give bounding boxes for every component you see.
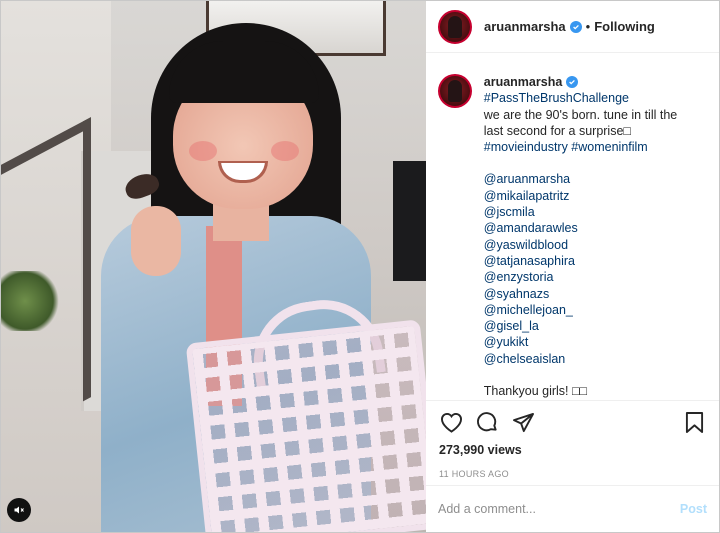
separator-dot: •	[585, 19, 591, 34]
mention-link[interactable]: @jscmila	[484, 204, 707, 220]
caption-line: we are the 90's born. tune in till the	[483, 107, 678, 122]
hashtag-link[interactable]: #movieindustry #womeninfilm	[484, 139, 707, 155]
child-cheek-left	[189, 141, 217, 161]
post-video[interactable]	[1, 1, 426, 532]
verified-badge-icon	[569, 20, 582, 33]
child-hand	[131, 206, 181, 276]
verified-badge-icon	[566, 76, 579, 89]
caption-line: last second for a surprise□	[483, 123, 631, 138]
caption-row: aruanmarsha #PassTheBrushChallenge we ar…	[438, 74, 707, 399]
share-icon[interactable]	[510, 409, 536, 435]
mention-link[interactable]: @syahnazs	[484, 286, 707, 302]
mention-link[interactable]: @mikailapatritz	[484, 188, 707, 204]
following-button[interactable]: Following	[594, 19, 655, 34]
caption-closing: Thankyou girls! □□	[483, 384, 588, 399]
mention-link[interactable]: @michellejoan_	[484, 302, 707, 318]
post-timestamp[interactable]: 11 HOURS AGO	[426, 469, 719, 483]
hashtag-link[interactable]: #PassTheBrushChallenge	[484, 90, 707, 106]
username-link[interactable]: aruanmarsha	[484, 19, 566, 34]
mention-link[interactable]: @aruanmarsha	[484, 171, 707, 187]
comment-form: Post	[426, 485, 719, 532]
mention-link[interactable]: @tatjanasaphira	[484, 253, 707, 269]
caption-scroll-area[interactable]: aruanmarsha #PassTheBrushChallenge we ar…	[426, 54, 719, 400]
mute-icon[interactable]	[7, 498, 31, 522]
action-icon-row	[426, 401, 719, 443]
mention-link[interactable]: @chelseaislan	[484, 351, 707, 367]
mention-link[interactable]: @gisel_la	[484, 318, 707, 334]
heart-icon[interactable]	[438, 409, 464, 435]
background-dark-frame	[393, 161, 426, 281]
post-side-panel: aruanmarsha • Following aruanmarsha #Pas…	[426, 1, 719, 532]
post-comment-button[interactable]: Post	[680, 502, 707, 516]
background-plant	[1, 271, 61, 331]
mention-link[interactable]: @enzystoria	[484, 269, 707, 285]
child-bangs	[169, 41, 319, 103]
avatar[interactable]	[438, 9, 472, 44]
caption-username[interactable]: aruanmarsha	[484, 74, 579, 90]
bookmark-icon[interactable]	[681, 409, 707, 435]
mention-link[interactable]: @amandarawles	[484, 220, 707, 236]
view-count[interactable]: 273,990 views	[426, 443, 719, 463]
caption-text: aruanmarsha #PassTheBrushChallenge we ar…	[484, 74, 707, 399]
child-cheek-right	[271, 141, 299, 161]
post-header: aruanmarsha • Following	[426, 1, 719, 53]
comment-input[interactable]	[438, 502, 680, 516]
post-actions: 273,990 views 11 HOURS AGO	[426, 400, 719, 483]
caption-avatar[interactable]	[438, 74, 472, 108]
pink-basket	[185, 319, 426, 532]
mention-link[interactable]: @yaswildblood	[484, 237, 707, 253]
mention-link[interactable]: @yukikt	[484, 334, 707, 350]
comment-icon[interactable]	[474, 409, 500, 435]
